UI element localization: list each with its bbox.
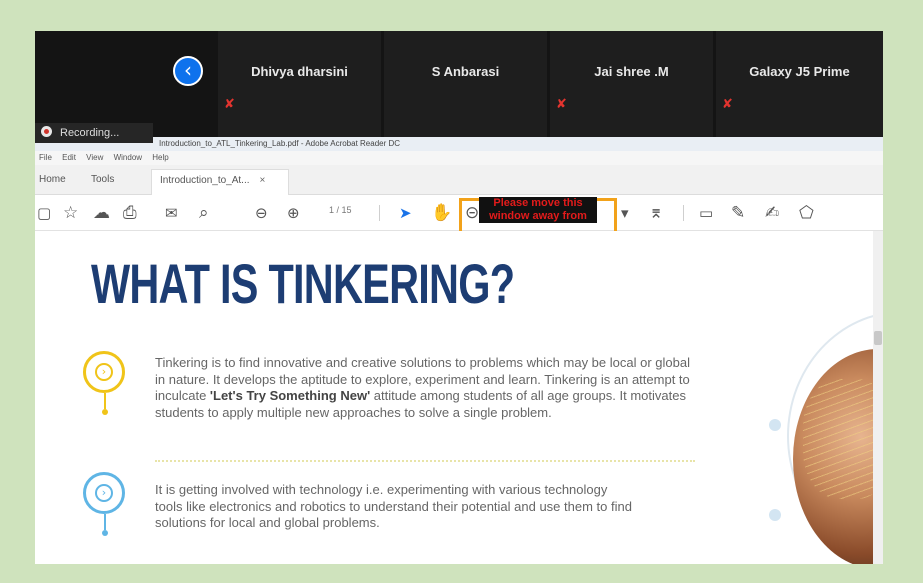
stamp-icon[interactable]: ⬠ xyxy=(799,203,814,223)
toolbar-divider xyxy=(683,205,684,221)
select-cursor-icon[interactable]: ➤ xyxy=(399,203,412,223)
decorative-dot xyxy=(769,419,781,431)
next-page-icon[interactable]: ⊕ xyxy=(287,203,300,223)
tab-home[interactable]: Home xyxy=(39,171,66,189)
page-title: WHAT IS TINKERING? xyxy=(91,252,515,315)
yellow-chevron-bullet-icon: › xyxy=(83,351,125,415)
bookmark-star-icon[interactable]: ☆ xyxy=(63,203,78,223)
participant-name: Galaxy J5 Prime xyxy=(749,64,850,79)
participant-name: Jai shree .M xyxy=(594,64,669,79)
tab-bar: Home Tools Introduction_to_At... × xyxy=(35,165,883,195)
zoom-participant-strip: ‹ Dhivya dharsini ✘ S Anbarasi Jai shree… xyxy=(35,31,883,137)
recording-label: Recording... xyxy=(60,127,120,139)
paragraph-tinkering-definition: Tinkering is to find innovative and crea… xyxy=(155,355,690,420)
menu-view[interactable]: View xyxy=(86,153,103,162)
fit-page-icon[interactable]: ⌆ xyxy=(649,203,663,223)
muted-mic-icon: ✘ xyxy=(722,97,733,112)
participant-tile[interactable]: Galaxy J5 Prime ✘ xyxy=(716,31,883,137)
screenshot-frame: ‹ Dhivya dharsini ✘ S Anbarasi Jai shree… xyxy=(35,31,883,564)
comment-icon[interactable]: ▭ xyxy=(699,203,713,223)
pdf-page: WHAT IS TINKERING? › Tinkering is to fin… xyxy=(35,231,883,564)
highlight-pen-icon[interactable]: ✎ xyxy=(731,203,745,223)
chevron-right-icon: › xyxy=(95,363,113,381)
recording-badge[interactable]: Recording... xyxy=(35,123,153,143)
window-title: Introduction_to_ATL_Tinkering_Lab.pdf - … xyxy=(35,137,883,151)
previous-page-icon[interactable]: ⊖ xyxy=(255,203,268,223)
muted-mic-icon: ✘ xyxy=(556,97,567,112)
zoom-dropdown-icon[interactable]: ▾ xyxy=(621,203,629,223)
participant-tile[interactable]: Dhivya dharsini ✘ xyxy=(218,31,381,137)
chevron-left-icon[interactable]: ‹ xyxy=(173,56,203,86)
paragraph-technology-involvement: It is getting involved with technology i… xyxy=(155,482,632,530)
menu-edit[interactable]: Edit xyxy=(62,153,76,162)
page-indicator[interactable]: 1 / 15 xyxy=(329,205,352,215)
toolbar-divider xyxy=(379,205,380,221)
muted-mic-icon: ✘ xyxy=(224,97,235,112)
scrollbar-thumb[interactable] xyxy=(874,331,882,345)
screen-share-warning: Please move this window away from xyxy=(479,197,597,223)
tab-tools[interactable]: Tools xyxy=(91,171,114,189)
tab-document-label: Introduction_to_At... xyxy=(160,175,250,186)
hand-tool-icon[interactable]: ✋ xyxy=(431,203,452,223)
tab-document[interactable]: Introduction_to_At... × xyxy=(151,169,289,195)
create-pdf-icon[interactable]: ▢ xyxy=(37,203,51,223)
print-icon[interactable]: ⎙ xyxy=(123,203,137,223)
menu-bar: File Edit View Window Help xyxy=(35,151,883,165)
email-icon[interactable]: ✉ xyxy=(165,203,178,223)
record-icon xyxy=(41,126,52,137)
participant-name: Dhivya dharsini xyxy=(251,64,348,79)
upload-cloud-icon[interactable]: ☁ xyxy=(93,203,110,223)
vertical-scrollbar[interactable] xyxy=(873,231,883,564)
menu-file[interactable]: File xyxy=(39,153,52,162)
dotted-divider xyxy=(155,460,695,462)
chevron-right-icon: › xyxy=(95,484,113,502)
close-icon[interactable]: × xyxy=(260,175,266,186)
participant-tile[interactable]: S Anbarasi xyxy=(384,31,547,137)
sign-icon[interactable]: ✍ xyxy=(765,203,779,223)
menu-help[interactable]: Help xyxy=(152,153,168,162)
decorative-dot xyxy=(769,509,781,521)
participant-name: S Anbarasi xyxy=(431,64,500,79)
menu-window[interactable]: Window xyxy=(114,153,142,162)
bold-phrase: 'Let's Try Something New' xyxy=(209,388,371,403)
participant-tile[interactable]: Jai shree .M ✘ xyxy=(550,31,713,137)
search-icon[interactable]: ⌕ xyxy=(199,203,209,223)
blue-chevron-bullet-icon: › xyxy=(83,472,125,536)
